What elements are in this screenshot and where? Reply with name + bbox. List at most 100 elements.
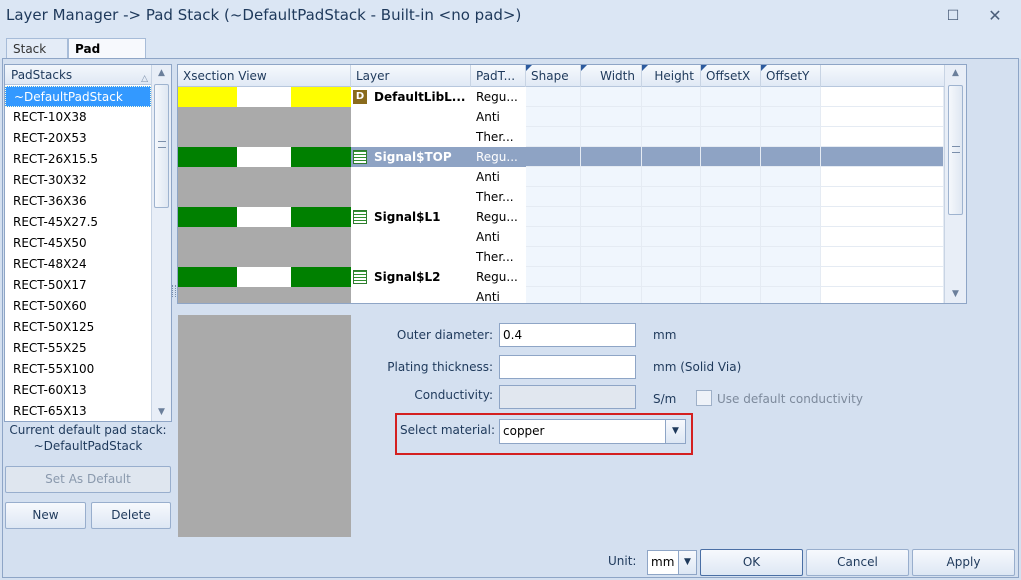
col-height[interactable]: Height [642,65,701,87]
use-default-conductivity-checkbox[interactable] [696,390,712,406]
grid-cell[interactable] [701,247,761,267]
set-as-default-button[interactable]: Set As Default [5,466,171,493]
pad-type[interactable]: Regu... [471,147,526,167]
padstacks-column-header[interactable]: PadStacks △ [5,65,151,85]
grid-scrollbar[interactable]: ▲ ▼ [944,65,966,303]
grid-cell[interactable] [642,187,701,207]
grid-cell[interactable] [526,207,581,227]
grid-cell[interactable] [761,207,821,227]
grid-row[interactable]: Anti [178,287,944,303]
pad-type[interactable]: Anti [471,287,526,303]
grid-cell[interactable] [642,227,701,247]
grid-cell[interactable] [581,167,642,187]
chevron-down-icon[interactable]: ▼ [678,551,696,574]
ok-button[interactable]: OK [700,549,803,576]
grid-cell[interactable] [701,87,761,107]
grid-cell[interactable] [821,247,944,267]
padstack-list-item[interactable]: RECT-65X13 [5,401,151,421]
padstack-list-item[interactable]: RECT-50X125 [5,317,151,338]
grid-row[interactable]: Signal$L2 Regu... [178,267,944,287]
padstack-list-item[interactable]: RECT-20X53 [5,128,151,149]
grid-scroll-up-icon[interactable]: ▲ [945,65,966,82]
padstack-list-item[interactable]: RECT-36X36 [5,191,151,212]
grid-cell[interactable] [581,87,642,107]
col-layer[interactable]: Layer [351,65,471,87]
conductivity-input[interactable] [499,385,636,409]
splitter-handle[interactable] [172,285,176,297]
pad-type[interactable]: Regu... [471,267,526,287]
grid-row[interactable]: Ther... [178,247,944,267]
grid-cell[interactable] [761,287,821,303]
tab-stack-up[interactable]: Stack Up [6,38,68,76]
padstack-list-item[interactable]: RECT-26X15.5 [5,149,151,170]
grid-cell[interactable] [701,227,761,247]
grid-cell[interactable] [821,87,944,107]
grid-cell[interactable] [642,127,701,147]
grid-cell[interactable] [821,187,944,207]
grid-cell[interactable] [701,287,761,303]
plating-thickness-input[interactable] [499,355,636,379]
outer-diameter-input[interactable]: 0.4 [499,323,636,347]
grid-cell[interactable] [761,147,821,167]
grid-cell[interactable] [821,127,944,147]
grid-cell[interactable] [701,187,761,207]
padstack-list-item[interactable]: RECT-48X24 [5,254,151,275]
grid-cell[interactable] [642,87,701,107]
pad-type[interactable]: Ther... [471,187,526,207]
scroll-down-icon[interactable]: ▼ [152,404,171,421]
grid-cell[interactable] [526,267,581,287]
close-icon[interactable]: ✕ [982,4,1008,28]
grid-cell[interactable] [526,187,581,207]
grid-row[interactable]: Ther... [178,127,944,147]
grid-cell[interactable] [581,227,642,247]
grid-cell[interactable] [642,247,701,267]
grid-row[interactable]: Anti [178,107,944,127]
padstack-list-item[interactable]: RECT-30X32 [5,170,151,191]
padstack-list-item[interactable]: ~DefaultPadStack [5,86,151,107]
padstack-list-item[interactable]: RECT-10X38 [5,107,151,128]
grid-cell[interactable] [526,147,581,167]
grid-scroll-down-icon[interactable]: ▼ [945,286,966,303]
grid-cell[interactable] [761,127,821,147]
maximize-icon[interactable]: ☐ [940,4,966,28]
col-shape[interactable]: Shape [526,65,581,87]
grid-cell[interactable] [761,167,821,187]
grid-cell[interactable] [526,107,581,127]
grid-cell[interactable] [526,227,581,247]
grid-cell[interactable] [581,127,642,147]
padstack-list-item[interactable]: RECT-50X60 [5,296,151,317]
grid-cell[interactable] [642,267,701,287]
grid-cell[interactable] [642,107,701,127]
grid-cell[interactable] [642,207,701,227]
grid-row[interactable]: Signal$L1 Regu... [178,207,944,227]
grid-cell[interactable] [701,147,761,167]
padstack-list-scrollbar[interactable]: ▲ ▼ [151,65,171,421]
grid-cell[interactable] [526,87,581,107]
padstack-list-item[interactable]: RECT-55X25 [5,338,151,359]
col-offsetx[interactable]: OffsetX [701,65,761,87]
grid-cell[interactable] [821,227,944,247]
new-button[interactable]: New [5,502,86,529]
col-width[interactable]: Width [581,65,642,87]
grid-cell[interactable] [821,107,944,127]
pad-type[interactable]: Anti [471,107,526,127]
grid-cell[interactable] [821,267,944,287]
pad-type[interactable]: Anti [471,227,526,247]
grid-cell[interactable] [761,87,821,107]
grid-row[interactable]: Ther... [178,187,944,207]
grid-row[interactable]: Anti [178,227,944,247]
col-offsety[interactable]: OffsetY [761,65,821,87]
grid-cell[interactable] [821,147,944,167]
grid-cell[interactable] [761,107,821,127]
grid-cell[interactable] [701,127,761,147]
scroll-thumb[interactable] [154,84,169,208]
grid-cell[interactable] [821,287,944,303]
grid-cell[interactable] [761,247,821,267]
apply-button[interactable]: Apply [912,549,1015,576]
grid-cell[interactable] [581,147,642,167]
grid-cell[interactable] [581,287,642,303]
tab-pad-stack[interactable]: Pad Stack [68,38,146,76]
grid-cell[interactable] [821,207,944,227]
grid-cell[interactable] [821,167,944,187]
grid-cell[interactable] [642,287,701,303]
